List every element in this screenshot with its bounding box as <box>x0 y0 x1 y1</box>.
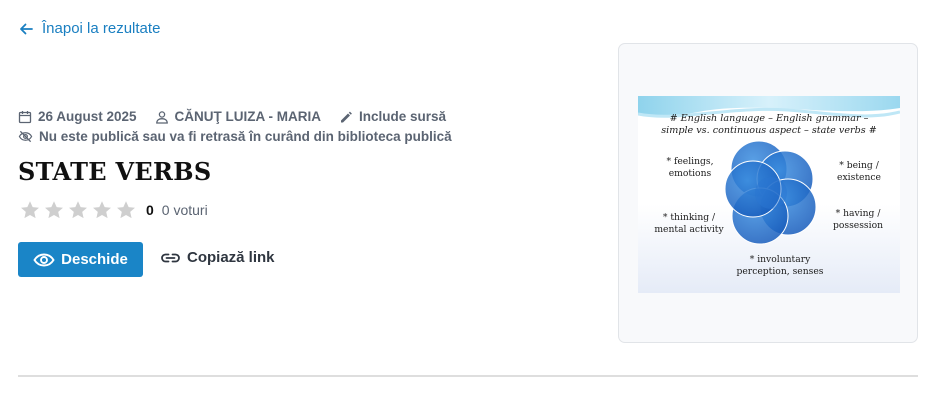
eye-off-icon <box>18 130 33 143</box>
document-thumbnail-card[interactable]: # English language – English grammar – s… <box>618 43 918 343</box>
document-thumbnail: # English language – English grammar – s… <box>638 96 900 293</box>
thumbnail-label-having: * having / possession <box>832 208 884 231</box>
thumbnail-heading: # English language – English grammar – s… <box>661 113 877 136</box>
meta-author-text: CĂNUŢ LUIZA - MARIA <box>174 109 322 124</box>
thumbnail-label-feelings: * feelings, emotions <box>666 156 714 179</box>
copy-link-label: Copiază link <box>187 249 275 266</box>
venn-petals <box>724 140 817 245</box>
thumbnail-label-being: * being / existence <box>837 160 881 183</box>
star-rating[interactable]: 0 0 voturi <box>19 199 208 221</box>
arrow-left-icon <box>20 23 33 34</box>
visibility-notice-text: Nu este publică sau va fi retrasă în cur… <box>39 129 452 144</box>
star-icon[interactable] <box>115 199 137 221</box>
document-meta: 26 August 2025 CĂNUŢ LUIZA - MARIA Inclu… <box>18 109 464 124</box>
back-link-label: Înapoi la rezultate <box>42 20 161 37</box>
open-document-button[interactable]: Deschide <box>18 242 143 277</box>
link-icon <box>161 253 180 262</box>
user-icon <box>155 110 168 124</box>
section-divider <box>18 375 918 377</box>
back-to-results-link[interactable]: Înapoi la rezultate <box>18 20 160 37</box>
visibility-notice: Nu este publică sau va fi retrasă în cur… <box>18 129 452 144</box>
meta-source: Include sursă <box>339 109 446 124</box>
star-icon[interactable] <box>43 199 65 221</box>
meta-date-text: 26 August 2025 <box>38 109 137 124</box>
eye-icon <box>33 253 55 266</box>
pencil-icon <box>341 111 352 122</box>
star-icon[interactable] <box>91 199 113 221</box>
thumbnail-label-thinking: * thinking / mental activity <box>654 212 724 235</box>
rating-votes: 0 voturi <box>161 202 208 218</box>
document-title: STATE VERBS <box>18 157 212 186</box>
star-icon[interactable] <box>19 199 41 221</box>
thumbnail-label-perception: * involuntary perception, senses <box>736 254 824 277</box>
calendar-icon <box>18 110 32 123</box>
meta-source-text: Include sursă <box>359 109 447 124</box>
open-button-label: Deschide <box>61 251 128 268</box>
star-icon[interactable] <box>67 199 89 221</box>
rating-value: 0 <box>146 202 154 218</box>
meta-author: CĂNUŢ LUIZA - MARIA <box>155 109 321 124</box>
copy-link-button[interactable]: Copiază link <box>160 249 275 266</box>
meta-date: 26 August 2025 <box>18 109 137 124</box>
